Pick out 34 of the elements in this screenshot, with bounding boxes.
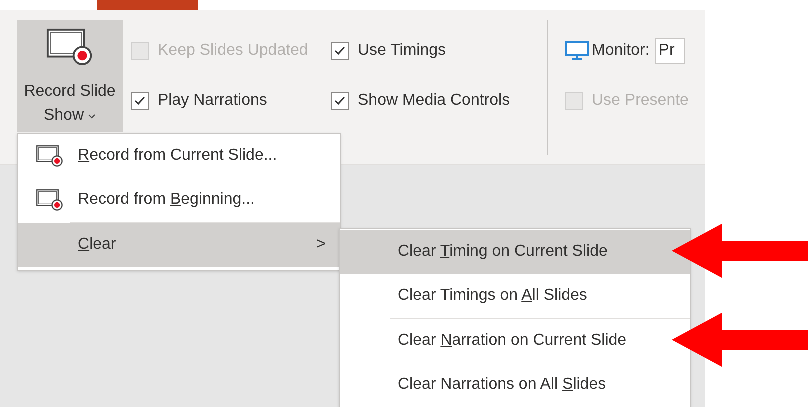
submenu-item[interactable]: Clear Timings on All Slides <box>340 274 690 318</box>
submenu-item-label: Clear Narration on Current Slide <box>398 331 627 351</box>
record-screen-icon <box>36 144 64 168</box>
submenu-item[interactable]: Clear Timing on Current Slide <box>340 230 690 274</box>
checkbox-label: Use Presente <box>592 91 689 111</box>
record-screen-icon <box>36 188 64 212</box>
checkbox[interactable] <box>331 92 349 110</box>
checkmark-icon <box>134 96 146 106</box>
menu-item[interactable]: Clear > <box>18 223 340 267</box>
menu-item[interactable]: Record from Current Slide... <box>18 134 340 178</box>
checkmark-icon <box>334 46 346 56</box>
checkbox-label: Show Media Controls <box>358 91 510 111</box>
checkbox-label: Use Timings <box>358 41 446 61</box>
submenu-item-label: Clear Timings on All Slides <box>398 286 588 306</box>
checkmark-icon <box>334 96 346 106</box>
submenu-item[interactable]: Clear Narration on Current Slide <box>340 319 690 363</box>
monitor-icon <box>565 41 589 61</box>
menu-item[interactable]: Record from Beginning... <box>18 178 340 222</box>
checkbox[interactable] <box>131 92 149 110</box>
submenu-item[interactable]: Clear Narrations on All Slides <box>340 363 690 407</box>
checkbox[interactable] <box>331 42 349 60</box>
record-slide-show-button[interactable]: Record Slide Show <box>17 20 123 132</box>
menu-item-label: Record from Beginning... <box>78 191 255 208</box>
monitor-dropdown[interactable]: Pr <box>654 38 685 64</box>
submenu-arrow: > <box>316 235 326 255</box>
record-screen-icon <box>46 28 94 66</box>
checkbox-label: Play Narrations <box>158 91 268 111</box>
menu-item-label: Clear <box>78 236 116 253</box>
caret-icon <box>88 114 96 119</box>
submenu-item-label: Clear Narrations on All Slides <box>398 375 606 395</box>
checkbox-label: Keep Slides Updated <box>158 41 308 61</box>
monitor-label: Monitor: <box>592 41 650 61</box>
submenu-item-label: Clear Timing on Current Slide <box>398 242 608 262</box>
menu-item-label: Record from Current Slide... <box>78 147 278 164</box>
